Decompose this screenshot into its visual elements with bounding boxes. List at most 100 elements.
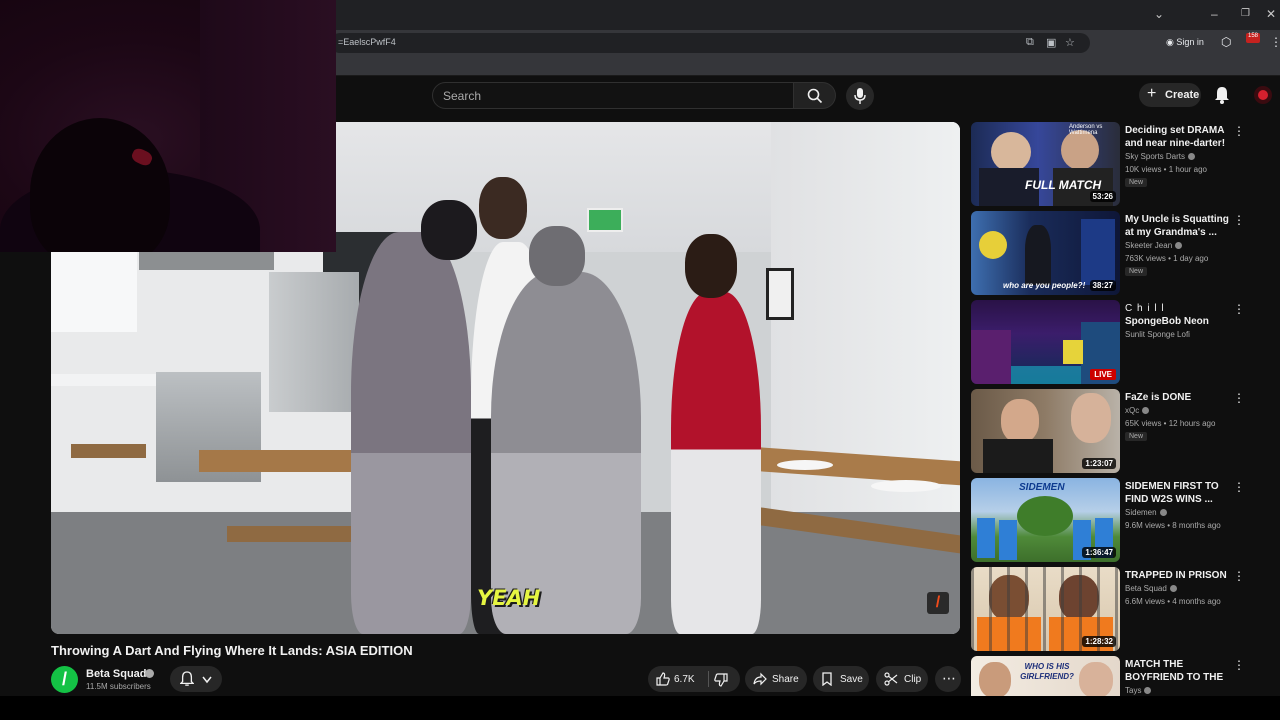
install-app-icon[interactable]: ⧉ bbox=[1026, 36, 1034, 49]
thumb-subtext: Anderson vs Wattimena bbox=[1069, 124, 1103, 136]
video-meta: 65K views • 12 hours ago bbox=[1125, 419, 1216, 428]
clip-label: Clip bbox=[904, 674, 922, 685]
search-input[interactable] bbox=[443, 88, 773, 104]
recommended-video[interactable]: WHO IS HIS GIRLFRIEND? MATCH THE BOYFRIE… bbox=[971, 656, 1271, 696]
search-icon bbox=[807, 88, 823, 104]
sign-in-button[interactable]: ◉ Sign in bbox=[1166, 37, 1204, 48]
more-vertical-icon[interactable]: ⋮ bbox=[1233, 569, 1245, 583]
recommended-video[interactable]: SIDEMEN 1:36:47 SIDEMEN FIRST TO FIND W2… bbox=[971, 478, 1271, 562]
person-head bbox=[479, 177, 527, 239]
extension-badge[interactable]: 158 bbox=[1246, 33, 1260, 43]
screen: ⌄ – ❐ ✕ =EaelscPwfF4 ⧉ ▣ ☆ ◉ Sign in ⬡ 1… bbox=[0, 0, 1280, 720]
chevron-down-icon bbox=[202, 676, 212, 684]
dislike-icon[interactable] bbox=[714, 673, 728, 687]
more-vertical-icon[interactable]: ⋮ bbox=[1233, 124, 1245, 138]
channel-name[interactable]: Beta Squad bbox=[1125, 584, 1177, 593]
recommended-video[interactable]: 1:23:07 FaZe is DONE xQc 65K views • 12 … bbox=[971, 389, 1271, 473]
thumb-caption: FULL MATCH bbox=[1025, 178, 1102, 192]
video-title[interactable]: FaZe is DONE bbox=[1125, 391, 1229, 404]
video-thumbnail[interactable]: 1:28:32 bbox=[971, 567, 1120, 651]
bell-icon bbox=[180, 671, 194, 686]
more-vertical-icon[interactable]: ⋮ bbox=[1233, 213, 1245, 227]
duration-badge: 38:27 bbox=[1089, 280, 1116, 291]
channel-name[interactable]: xQc bbox=[1125, 406, 1150, 415]
verified-icon bbox=[1159, 509, 1167, 517]
video-title[interactable]: C h i l l SpongeBob Neon Can... bbox=[1125, 302, 1229, 328]
video-title[interactable]: MATCH THE BOYFRIEND TO THE ... bbox=[1125, 658, 1229, 684]
tab-search-chevron-icon[interactable]: ⌄ bbox=[1154, 7, 1164, 21]
create-label: Create bbox=[1165, 89, 1200, 101]
duration-badge: 1:36:47 bbox=[1082, 547, 1116, 558]
share-button[interactable]: Share bbox=[745, 666, 807, 692]
account-icon: ◉ bbox=[1166, 37, 1174, 47]
clip-button[interactable]: Clip bbox=[876, 666, 928, 692]
channel-name[interactable]: Skeeter Jean bbox=[1125, 241, 1183, 250]
url-text[interactable]: =EaelscPwfF4 bbox=[338, 37, 396, 47]
subscription-notification-button[interactable] bbox=[170, 666, 222, 692]
video-title[interactable]: TRAPPED IN PRISON bbox=[1125, 569, 1229, 582]
close-window-icon[interactable]: ✕ bbox=[1266, 7, 1276, 21]
browser-menu-icon[interactable]: ⋮ bbox=[1270, 35, 1280, 49]
more-actions-button[interactable]: ⋯ bbox=[935, 666, 961, 692]
video-title[interactable]: SIDEMEN FIRST TO FIND W2S WINS ... bbox=[1125, 480, 1229, 506]
video-thumbnail[interactable]: Anderson vs Wattimena FULL MATCH 53:26 bbox=[971, 122, 1120, 206]
restore-icon[interactable]: ❐ bbox=[1241, 8, 1250, 19]
person-red-shirt bbox=[671, 292, 761, 634]
extensions-icon[interactable]: ⬡ bbox=[1221, 35, 1231, 49]
more-vertical-icon[interactable]: ⋮ bbox=[1233, 302, 1245, 316]
recommended-video[interactable]: Anderson vs Wattimena FULL MATCH 53:26 D… bbox=[971, 122, 1271, 206]
channel-name[interactable]: Sky Sports Darts bbox=[1125, 152, 1196, 161]
picture-in-picture-icon[interactable]: ▣ bbox=[1046, 36, 1056, 49]
create-button[interactable]: + Create bbox=[1139, 83, 1201, 107]
channel-name[interactable]: Sidemen bbox=[1125, 508, 1167, 517]
minimize-icon[interactable]: – bbox=[1211, 7, 1218, 21]
save-button[interactable]: Save bbox=[813, 666, 869, 692]
share-icon bbox=[753, 672, 767, 686]
person-grey-hoodie bbox=[351, 232, 471, 634]
channel-avatar[interactable]: / bbox=[51, 666, 78, 693]
video-meta: 6.6M views • 4 months ago bbox=[1125, 597, 1221, 606]
thumb-spongebob bbox=[1063, 340, 1083, 364]
bookmark-star-icon[interactable]: ☆ bbox=[1065, 36, 1075, 49]
video-thumbnail[interactable]: WHO IS HIS GIRLFRIEND? bbox=[971, 656, 1120, 696]
recommended-video[interactable]: LIVE C h i l l SpongeBob Neon Can... Sun… bbox=[971, 300, 1271, 384]
more-vertical-icon[interactable]: ⋮ bbox=[1233, 391, 1245, 405]
like-count[interactable]: 6.7K bbox=[674, 674, 695, 685]
video-title[interactable]: My Uncle is Squatting at my Grandma's ..… bbox=[1125, 213, 1229, 239]
video-caption: YEAH bbox=[477, 586, 541, 610]
video-thumbnail[interactable]: LIVE bbox=[971, 300, 1120, 384]
thumb-hooded-figure bbox=[1025, 225, 1051, 285]
channel-name[interactable]: Tays bbox=[1125, 686, 1152, 695]
duration-badge: 53:26 bbox=[1089, 191, 1116, 202]
more-vertical-icon[interactable]: ⋮ bbox=[1233, 658, 1245, 672]
verified-icon bbox=[1175, 242, 1183, 250]
video-thumbnail[interactable]: SIDEMEN 1:36:47 bbox=[971, 478, 1120, 562]
title-prefix: C h i l l bbox=[1125, 303, 1165, 314]
thumb-player-face bbox=[991, 132, 1031, 172]
voice-search-button[interactable] bbox=[846, 82, 874, 110]
video-thumbnail[interactable]: who are you people?! 38:27 bbox=[971, 211, 1120, 295]
more-vertical-icon[interactable]: ⋮ bbox=[1233, 480, 1245, 494]
subscriber-count: 11.5M subscribers bbox=[86, 682, 151, 691]
recommended-video[interactable]: who are you people?! 38:27 My Uncle is S… bbox=[971, 211, 1271, 295]
account-avatar[interactable] bbox=[1254, 86, 1272, 104]
thumb-person-blue bbox=[977, 518, 995, 558]
thumb-xqc-face bbox=[1071, 393, 1111, 443]
channel-name[interactable]: Sunlit Sponge Lofi bbox=[1125, 330, 1190, 339]
thumb-person-face bbox=[979, 662, 1011, 696]
channel-name[interactable]: Beta Squad bbox=[86, 668, 147, 680]
title-text: SpongeBob Neon Can... bbox=[1125, 316, 1209, 327]
verified-icon bbox=[1169, 585, 1177, 593]
channel-watermark[interactable]: / bbox=[927, 592, 949, 614]
notifications-bell-icon[interactable] bbox=[1214, 86, 1230, 104]
video-title[interactable]: Deciding set DRAMA and near nine-darter!… bbox=[1125, 124, 1229, 150]
search-button[interactable] bbox=[794, 82, 836, 109]
bookmark-icon bbox=[822, 672, 832, 686]
share-label: Share bbox=[772, 674, 799, 685]
scene-fridge bbox=[269, 272, 359, 412]
video-thumbnail[interactable]: 1:23:07 bbox=[971, 389, 1120, 473]
like-icon[interactable] bbox=[656, 672, 670, 686]
recommended-video[interactable]: 1:28:32 TRAPPED IN PRISON Beta Squad 6.6… bbox=[971, 567, 1271, 651]
channel-name-text: Skeeter Jean bbox=[1125, 241, 1173, 250]
omnibox[interactable]: =EaelscPwfF4 ⧉ ▣ ☆ bbox=[330, 33, 1090, 53]
